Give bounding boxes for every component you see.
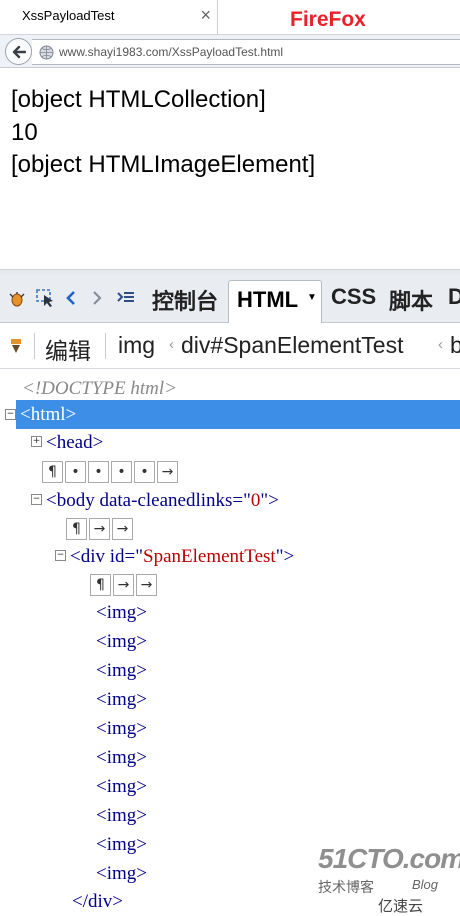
- whitespace-glyph: ¶: [90, 574, 111, 596]
- div-attr-value: SpanElementTest: [143, 546, 276, 567]
- tab-title: XssPayloadTest: [22, 8, 115, 23]
- img-tag: <img>: [96, 747, 147, 768]
- whitespace-glyph: •: [134, 461, 155, 483]
- img-tag: <img>: [96, 776, 147, 797]
- watermark-blog: Blog: [412, 877, 439, 892]
- doctype-row[interactable]: <!DOCTYPE html>: [0, 374, 460, 403]
- img-tag: <img>: [96, 718, 147, 739]
- whitespace-glyph: →: [112, 518, 133, 540]
- breadcrumb-separator-icon: ‹: [438, 336, 443, 353]
- output-line-1: [object HTMLCollection]: [11, 86, 266, 113]
- whitespace-glyph: →: [136, 574, 157, 596]
- div-close-tag: </div>: [72, 891, 123, 912]
- tab-html[interactable]: HTML ▼: [228, 280, 322, 323]
- url-text: www.shayi1983.com/XssPayloadTest.html: [59, 45, 284, 59]
- img-tag: <img>: [96, 689, 147, 710]
- img-row[interactable]: <img>: [0, 598, 460, 627]
- close-icon[interactable]: ×: [200, 6, 211, 24]
- inspect-icon[interactable]: [36, 289, 54, 307]
- div-tag: <div id="SpanElementTest">: [70, 542, 294, 571]
- breadcrumb-div[interactable]: div#SpanElementTest: [181, 332, 403, 359]
- back-arrow-icon: [12, 45, 26, 59]
- whitespace-glyph: →: [89, 518, 110, 540]
- img-row[interactable]: <img>: [0, 627, 460, 656]
- img-row[interactable]: <img>: [0, 743, 460, 772]
- html-row[interactable]: <html>: [16, 400, 460, 429]
- tab-html-label: HTML: [237, 287, 299, 312]
- tab-dom[interactable]: D: [448, 284, 460, 310]
- doctype: <!DOCTYPE html>: [22, 378, 177, 399]
- whitespace-glyph: ¶: [42, 461, 63, 483]
- pin-icon[interactable]: [9, 338, 23, 354]
- img-tag: <img>: [96, 660, 147, 681]
- div-tag-end: ">: [275, 546, 295, 567]
- body-row[interactable]: <body data-cleanedlinks="0">: [0, 486, 460, 515]
- img-row[interactable]: <img>: [0, 685, 460, 714]
- breadcrumb-body[interactable]: b: [450, 332, 460, 359]
- div-tag-name: <div id=": [70, 546, 143, 567]
- whitespace-glyph: →: [113, 574, 134, 596]
- img-tag: <img>: [96, 631, 147, 652]
- watermark-sub: 技术博客: [318, 879, 374, 895]
- img-tag: <img>: [96, 602, 147, 623]
- watermark-yun: 亿速云: [378, 898, 424, 915]
- img-row[interactable]: <img>: [0, 772, 460, 801]
- whitespace-glyph: →: [157, 461, 178, 483]
- img-row[interactable]: <img>: [0, 801, 460, 830]
- chevron-left-icon[interactable]: [65, 289, 77, 307]
- img-tag: <img>: [96, 834, 147, 855]
- breadcrumb-img[interactable]: img: [118, 332, 155, 359]
- head-row[interactable]: <head>: [0, 428, 460, 457]
- whitespace-glyph: •: [111, 461, 132, 483]
- tab-script[interactable]: 脚本: [389, 284, 433, 316]
- breadcrumb-bar: 编辑 img ‹ div#SpanElementTest ‹ b: [0, 323, 460, 369]
- tab-strip: XssPayloadTest × FireFox: [0, 0, 460, 34]
- command-line-icon[interactable]: [116, 289, 136, 307]
- nav-bar: www.shayi1983.com/XssPayloadTest.html: [0, 34, 460, 68]
- whitespace-glyph: •: [65, 461, 86, 483]
- whitespace-head: ¶ • • • • →: [42, 461, 180, 483]
- url-bar[interactable]: www.shayi1983.com/XssPayloadTest.html: [32, 39, 460, 65]
- globe-icon: [39, 45, 54, 60]
- body-tag: <body data-cleanedlinks="0">: [46, 486, 279, 515]
- firefox-label: FireFox: [290, 8, 366, 31]
- firebug-toolbar: 控制台 HTML ▼ CSS 脚本 D: [0, 274, 460, 323]
- watermark-logo: 51CTO.com: [318, 843, 460, 874]
- body-attr-value: 0: [250, 490, 261, 511]
- output-line-2: 10: [11, 118, 38, 146]
- html-tag: <html>: [20, 404, 77, 425]
- watermark: 51CTO.com 技术博客 Blog 亿速云: [318, 843, 460, 915]
- whitespace-glyph: •: [88, 461, 109, 483]
- img-tag: <img>: [96, 863, 147, 884]
- breadcrumb-separator-icon: ‹: [169, 336, 174, 353]
- whitespace-glyph: ¶: [66, 518, 87, 540]
- body-tag-end: ">: [260, 490, 279, 511]
- divider: [105, 333, 106, 359]
- chevron-right-icon[interactable]: [91, 289, 103, 307]
- edit-button[interactable]: 编辑: [45, 332, 91, 366]
- browser-tab[interactable]: XssPayloadTest ×: [0, 0, 218, 34]
- img-row[interactable]: <img>: [0, 714, 460, 743]
- firebug-icon[interactable]: [9, 289, 25, 307]
- page-content: [object HTMLCollection] 10 [object HTMLI…: [11, 84, 315, 182]
- divider: [34, 333, 35, 359]
- collapse-icon[interactable]: −: [5, 409, 16, 420]
- img-tag: <img>: [96, 805, 147, 826]
- tab-css[interactable]: CSS: [331, 284, 376, 310]
- head-tag: <head>: [46, 432, 104, 453]
- back-button[interactable]: [5, 38, 32, 65]
- div-row[interactable]: <div id="SpanElementTest">: [0, 542, 460, 571]
- output-line-3: [object HTMLImageElement]: [11, 151, 316, 178]
- whitespace-div: ¶ → →: [90, 574, 159, 596]
- whitespace-body: ¶ → →: [66, 518, 135, 540]
- body-tag-name: <body data-cleanedlinks=": [46, 490, 251, 511]
- img-row[interactable]: <img>: [0, 656, 460, 685]
- tab-console[interactable]: 控制台: [152, 284, 218, 316]
- chevron-down-icon: ▼: [307, 292, 317, 303]
